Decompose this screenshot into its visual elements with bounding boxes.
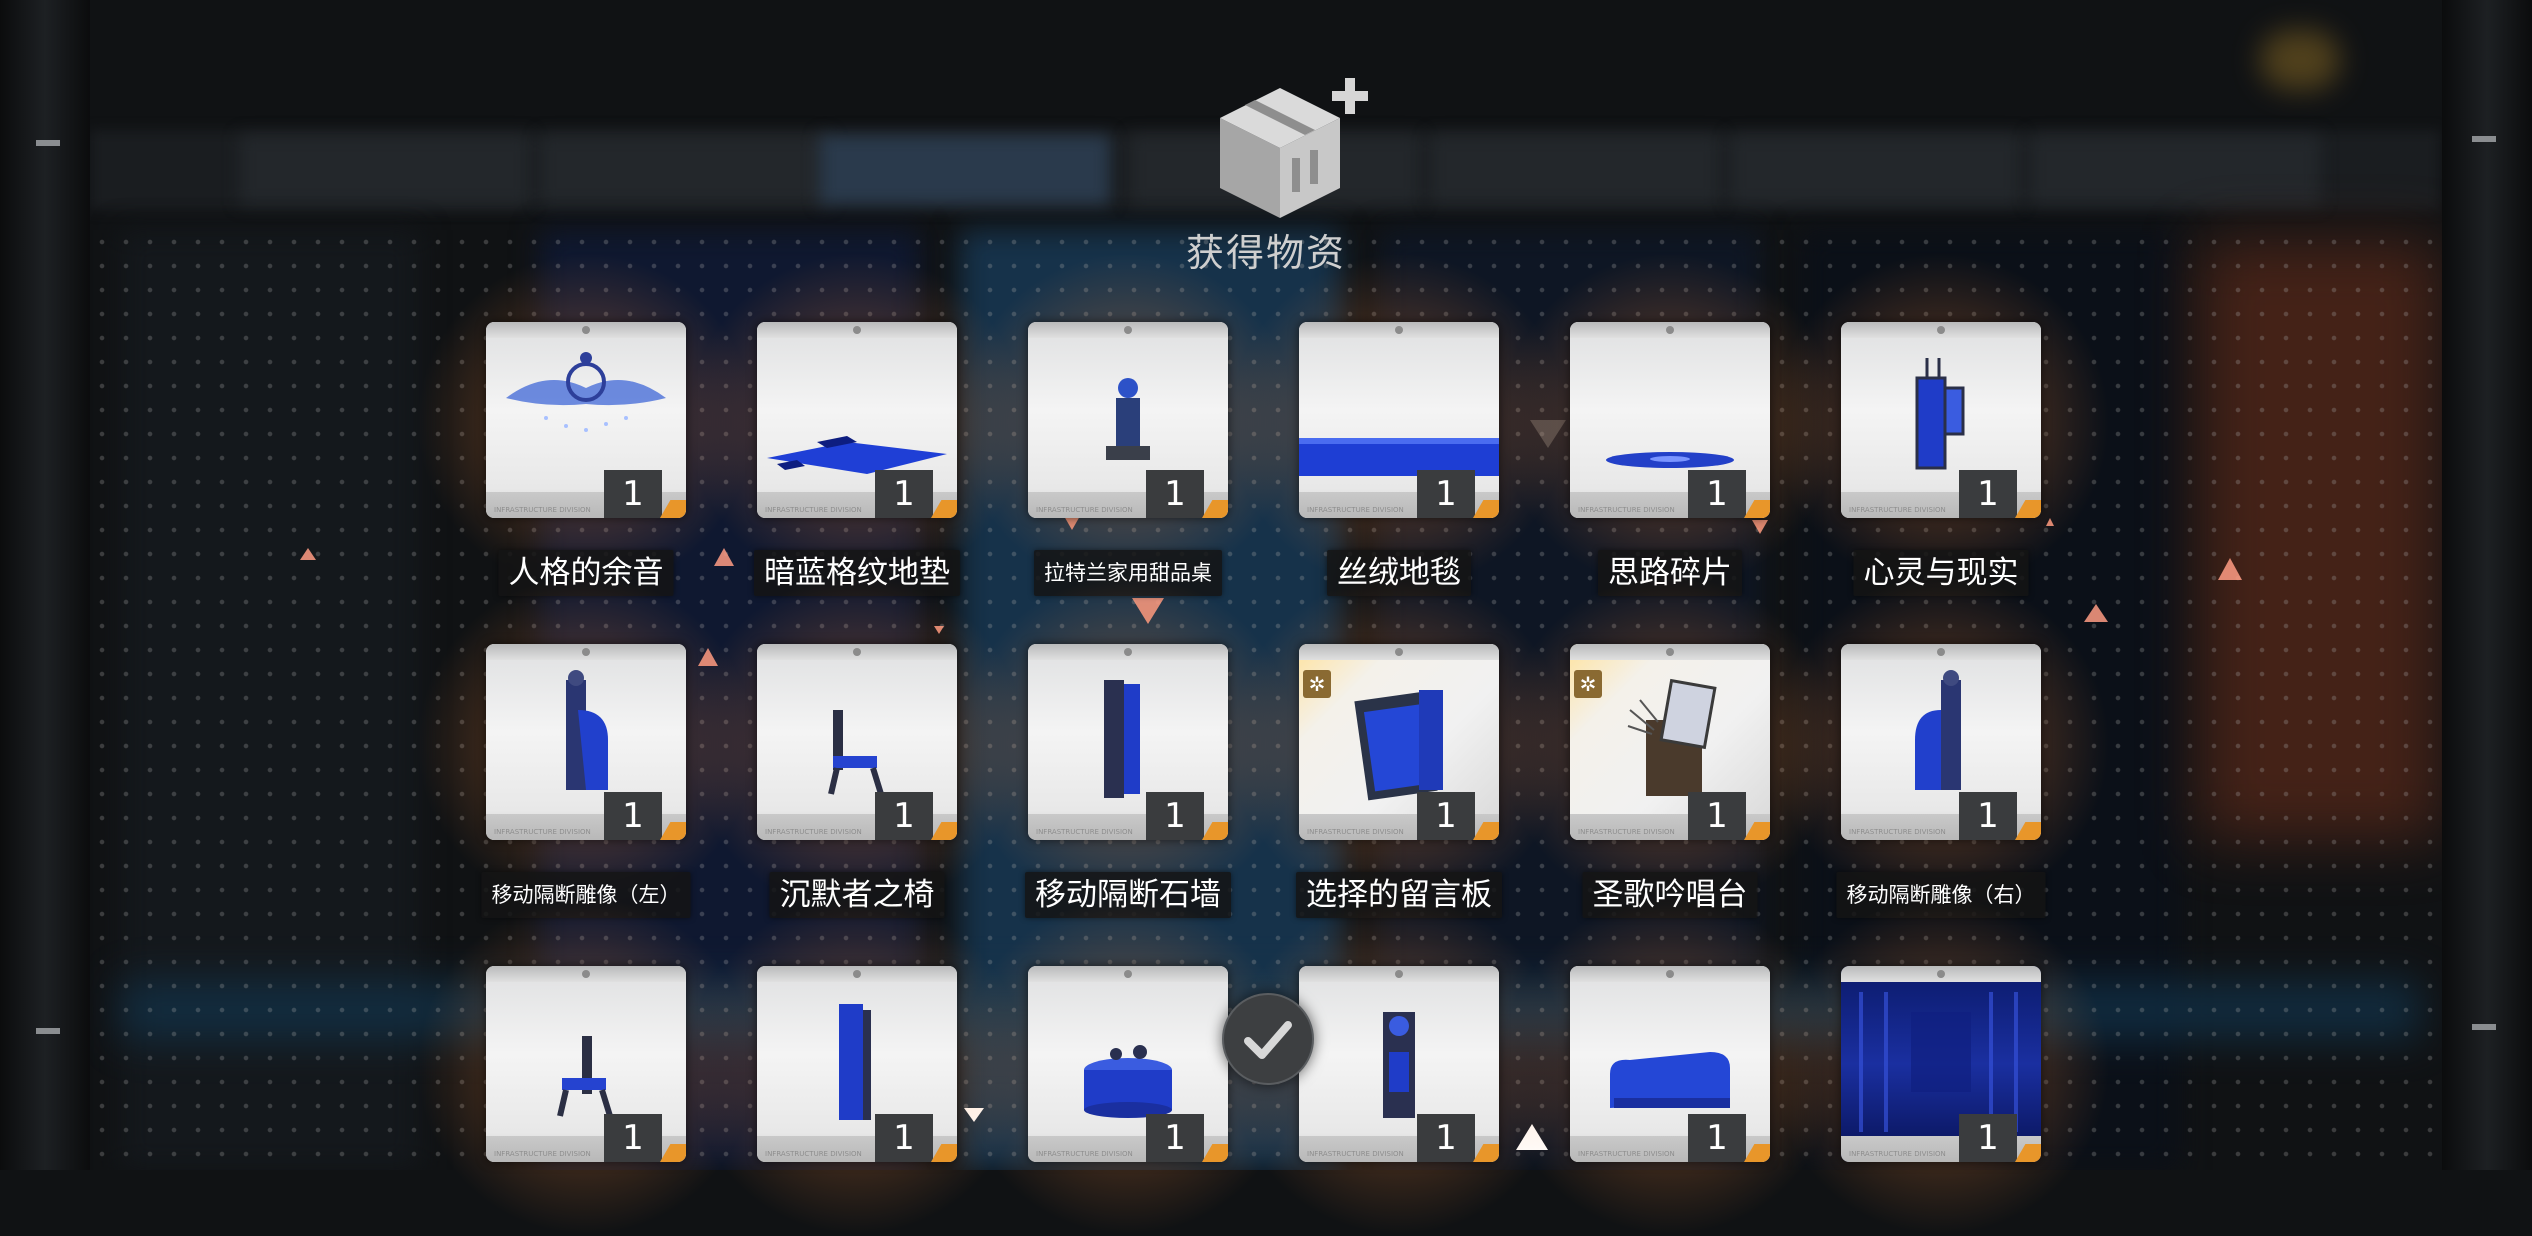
tall-clock-icon [1383, 1012, 1415, 1118]
item-card[interactable]: INFRASTRUCTURE DIVISION 1 丝绒地毯 [1229, 252, 1569, 596]
item-count: 1 [1959, 792, 2017, 840]
item-frame: INFRASTRUCTURE DIVISION 1 [1841, 644, 2041, 840]
sofa-icon [1610, 1052, 1730, 1108]
item-name: 人格的余音 [498, 550, 674, 596]
item-count: 1 [875, 470, 933, 518]
item-count: 1 [1417, 470, 1475, 518]
item-card[interactable]: ✲ INFRASTRUCTURE DIVISION 1 选择的留言板 [1229, 574, 1569, 918]
item-name: 移动隔断石墙 [1025, 872, 1231, 918]
item-count: 1 [875, 1114, 933, 1162]
item-frame: ✲ INFRASTRUCTURE DIVISION 1 [1570, 644, 1770, 840]
item-frame: ✲ INFRASTRUCTURE DIVISION 1 [1299, 644, 1499, 840]
item-name: 暗蓝格纹地垫 [754, 550, 960, 596]
dessert-table-icon [1106, 378, 1150, 460]
item-count: 1 [1959, 470, 2017, 518]
item-card[interactable]: INFRASTRUCTURE DIVISION 1 [416, 896, 756, 1236]
item-card[interactable]: INFRASTRUCTURE DIVISION 1 [687, 896, 1027, 1236]
partition-stone-wall-icon [1104, 680, 1140, 798]
item-count: 1 [1688, 470, 1746, 518]
thought-shard-icon [1606, 452, 1734, 468]
item-card[interactable]: INFRASTRUCTURE DIVISION 1 移动隔断石墙 [958, 574, 1298, 918]
item-frame: INFRASTRUCTURE DIVISION 1 [486, 644, 686, 840]
page-title: 获得物资 [1185, 231, 1346, 275]
item-frame: INFRASTRUCTURE DIVISION 1 [1028, 644, 1228, 840]
item-frame: INFRASTRUCTURE DIVISION 1 [757, 966, 957, 1162]
item-card[interactable]: INFRASTRUCTURE DIVISION 1 思路碎片 [1500, 252, 1840, 596]
item-count: 1 [1417, 792, 1475, 840]
curtain-wall-icon [1859, 992, 2018, 1132]
item-count: 1 [1146, 470, 1204, 518]
item-count: 1 [875, 792, 933, 840]
item-name: 移动隔断雕像（左） [481, 872, 691, 918]
round-table-icon [1084, 1045, 1172, 1118]
velvet-carpet-icon [1299, 438, 1499, 476]
item-name: 选择的留言板 [1296, 872, 1502, 918]
check-icon [1244, 1021, 1292, 1059]
item-count: 1 [1688, 1114, 1746, 1162]
item-count: 1 [604, 470, 662, 518]
item-count: 1 [1959, 1114, 2017, 1162]
chair-icon [557, 1036, 613, 1117]
item-card[interactable]: INFRASTRUCTURE DIVISION 1 移动隔断雕像（右） [1771, 574, 2111, 918]
item-count: 1 [1688, 792, 1746, 840]
item-count: 1 [1146, 792, 1204, 840]
partition-statue-left-icon [566, 670, 608, 790]
item-frame: INFRASTRUCTURE DIVISION 1 [1841, 322, 2041, 518]
item-frame: INFRASTRUCTURE DIVISION 1 [1299, 966, 1499, 1162]
item-frame: INFRASTRUCTURE DIVISION 1 [486, 322, 686, 518]
item-card[interactable]: ✲ INFRASTRUCTURE DIVISION 1 圣歌吟唱台 [1500, 574, 1840, 918]
supply-box-plus-icon [1220, 78, 1368, 218]
item-name: 圣歌吟唱台 [1582, 872, 1758, 918]
confirm-button[interactable] [1222, 993, 1314, 1085]
item-name: 沉默者之椅 [769, 872, 945, 918]
blue-check-rug-icon [767, 436, 947, 474]
item-card[interactable]: INFRASTRUCTURE DIVISION 1 沉默者之椅 [687, 574, 1027, 918]
item-card[interactable]: INFRASTRUCTURE DIVISION 1 拉特兰家用甜品桌 [958, 252, 1298, 596]
ornament-crest-icon [506, 352, 666, 432]
item-name: 丝绒地毯 [1327, 550, 1471, 596]
item-frame: INFRASTRUCTURE DIVISION 1 [757, 322, 957, 518]
hymn-stand-icon [1627, 678, 1717, 796]
item-card[interactable]: INFRASTRUCTURE DIVISION 1 人格的余音 [416, 252, 756, 596]
item-card[interactable]: INFRASTRUCTURE DIVISION 1 [1771, 896, 2111, 1236]
item-card[interactable]: INFRASTRUCTURE DIVISION 1 [958, 896, 1298, 1236]
item-frame: INFRASTRUCTURE DIVISION 1 [1570, 322, 1770, 518]
item-count: 1 [1417, 1114, 1475, 1162]
item-count: 1 [1146, 1114, 1204, 1162]
mind-reality-mirror-icon [1915, 358, 1965, 470]
item-frame: INFRASTRUCTURE DIVISION 1 [1570, 966, 1770, 1162]
item-card[interactable]: INFRASTRUCTURE DIVISION 1 移动隔断雕像（左） [416, 574, 756, 918]
item-frame: INFRASTRUCTURE DIVISION 1 [1028, 966, 1228, 1162]
item-frame: INFRASTRUCTURE DIVISION 1 [1841, 966, 2041, 1162]
item-card[interactable]: INFRASTRUCTURE DIVISION 1 [1500, 896, 1840, 1236]
item-frame: INFRASTRUCTURE DIVISION 1 [486, 966, 686, 1162]
item-frame: INFRASTRUCTURE DIVISION 1 [1028, 322, 1228, 518]
item-frame: INFRASTRUCTURE DIVISION 1 [757, 644, 957, 840]
item-card[interactable]: INFRASTRUCTURE DIVISION 1 [1229, 896, 1569, 1236]
partition-statue-right-icon [1915, 670, 1961, 790]
item-count: 1 [604, 1114, 662, 1162]
silent-chair-icon [828, 710, 884, 795]
item-card[interactable]: INFRASTRUCTURE DIVISION 1 暗蓝格纹地垫 [687, 252, 1027, 596]
item-name: 拉特兰家用甜品桌 [1034, 550, 1222, 596]
message-board-icon [1354, 690, 1443, 801]
item-name: 心灵与现实 [1853, 550, 2029, 596]
item-count: 1 [604, 792, 662, 840]
item-card[interactable]: INFRASTRUCTURE DIVISION 1 心灵与现实 [1771, 252, 2111, 596]
partition-panel-icon [839, 1004, 871, 1120]
item-name: 移动隔断雕像（右） [1836, 872, 2046, 918]
item-name: 思路碎片 [1598, 550, 1742, 596]
item-frame: INFRASTRUCTURE DIVISION 1 [1299, 322, 1499, 518]
